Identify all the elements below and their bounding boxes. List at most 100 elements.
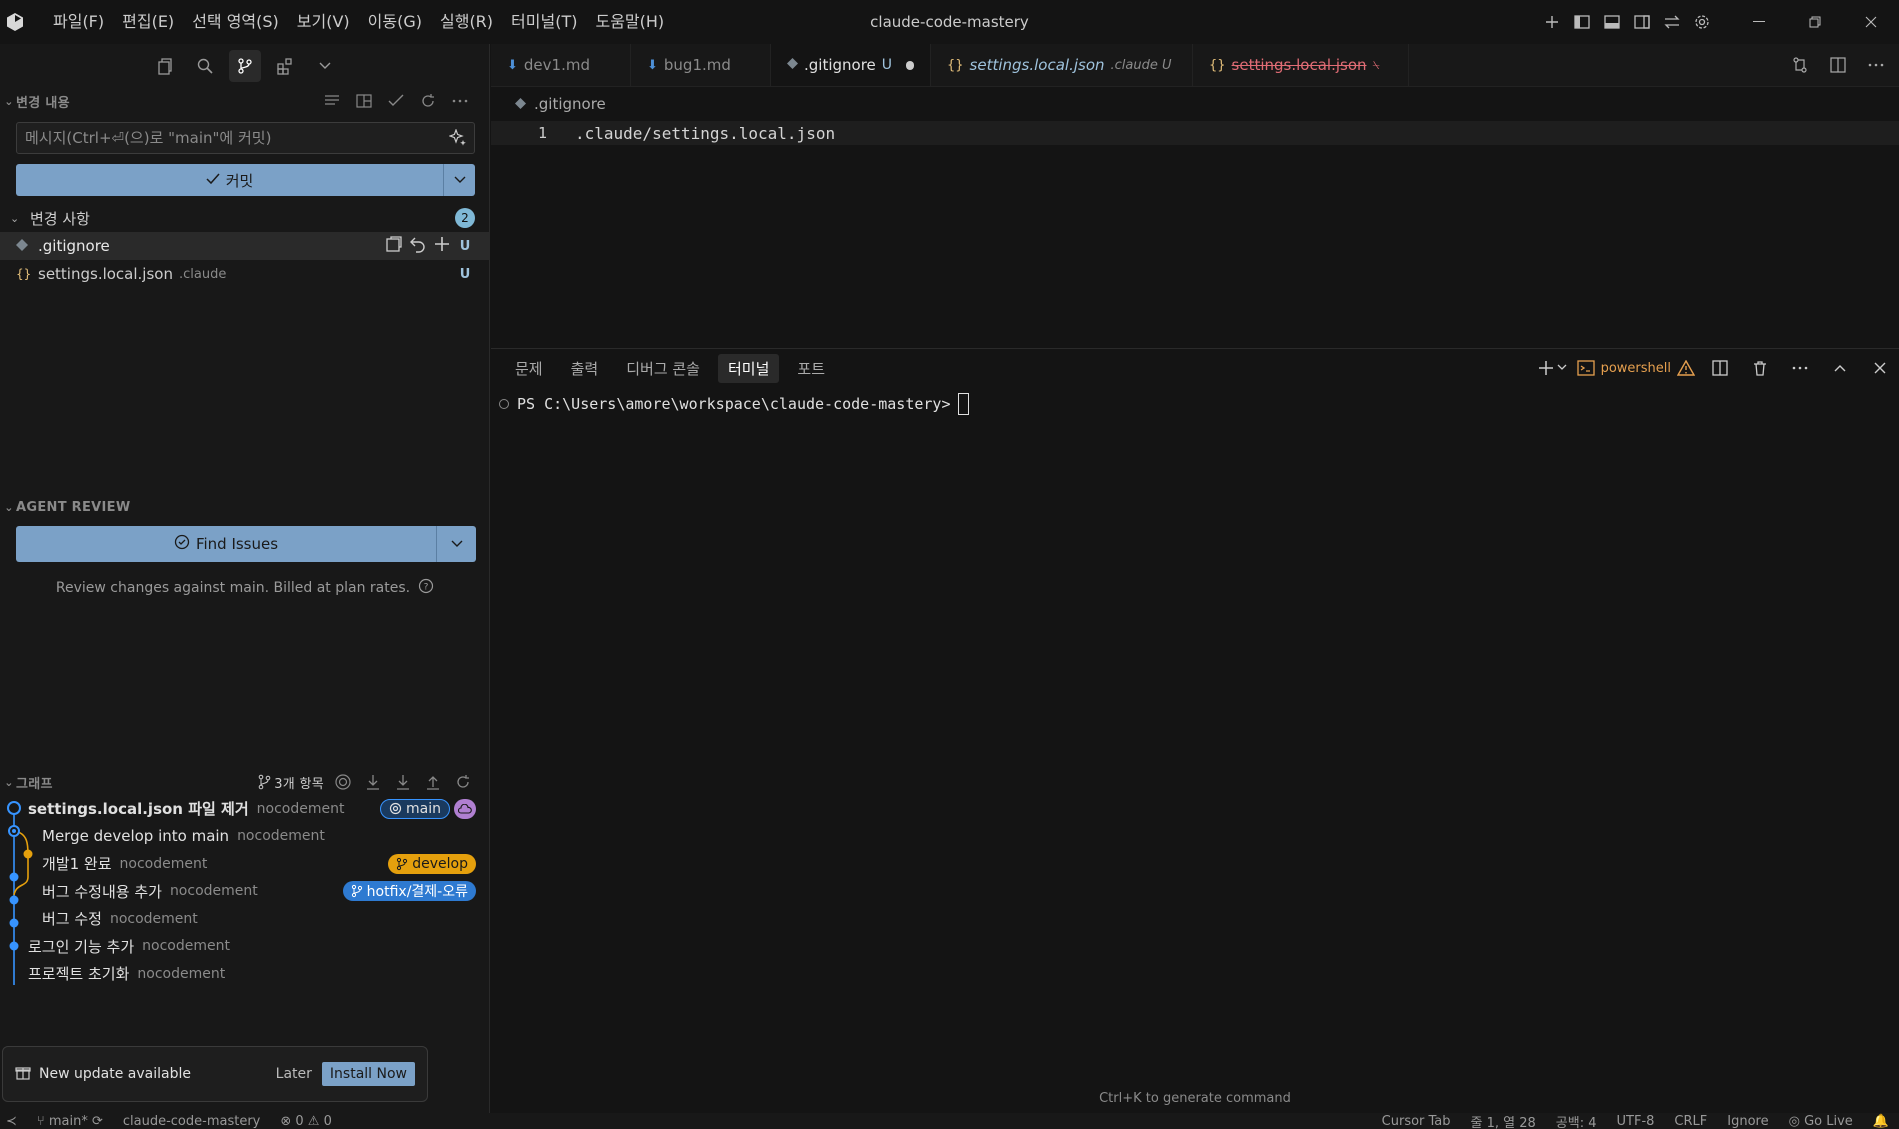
tab-dev1[interactable]: ⬇ dev1.md	[491, 44, 631, 86]
menu-edit[interactable]: 편집(E)	[113, 0, 183, 44]
hotfix-branch-badge[interactable]: hotfix/결제-오류	[342, 881, 476, 902]
graph-commit-row[interactable]: 개발1 완료 nocodement develop	[0, 850, 490, 878]
fetch-icon[interactable]	[362, 771, 384, 793]
pull-icon[interactable]	[392, 771, 414, 793]
find-issues-main[interactable]: Find Issues	[16, 534, 436, 554]
tab-debug-console[interactable]: 디버그 콘솔	[616, 354, 710, 383]
code-line[interactable]: 1 .claude/settings.local.json	[491, 121, 1899, 145]
cursor-position[interactable]: 줄 1, 열 28	[1461, 1113, 1546, 1129]
toggle-panel-icon[interactable]	[1597, 7, 1627, 37]
toggle-sidebar-icon[interactable]	[1567, 7, 1597, 37]
changed-file-row[interactable]: .gitignore U	[0, 232, 489, 260]
branch-indicator[interactable]: ⑂ main* ⟳	[27, 1114, 113, 1129]
install-now-button[interactable]: Install Now	[321, 1062, 415, 1086]
commit-dropdown-button[interactable]	[443, 164, 475, 196]
close-panel-icon[interactable]	[1865, 353, 1895, 383]
graph-commit-row[interactable]: 프로젝트 초기화 nocodement	[0, 960, 490, 988]
tab-problems[interactable]: 문제	[505, 354, 553, 383]
graph-header[interactable]: ⌄ 그래프 3개 항목	[0, 769, 490, 795]
line-ending[interactable]: CRLF	[1664, 1114, 1717, 1129]
tab-ports[interactable]: 포트	[787, 354, 835, 383]
target-icon[interactable]	[332, 771, 354, 793]
go-live-button[interactable]: ◎ Go Live	[1779, 1114, 1863, 1129]
tab-terminal[interactable]: 터미널	[718, 353, 780, 383]
explorer-icon[interactable]	[149, 50, 181, 82]
discard-changes-icon[interactable]	[409, 235, 427, 257]
later-button[interactable]: Later	[266, 1066, 322, 1082]
unsaved-dot-icon[interactable]	[906, 60, 914, 70]
tab-bug1[interactable]: ⬇ bug1.md	[631, 44, 771, 86]
tab-settings-local[interactable]: {} settings.local.json ⍀	[1193, 44, 1409, 86]
search-icon[interactable]	[189, 50, 221, 82]
trash-icon[interactable]	[1745, 353, 1775, 383]
help-icon[interactable]: ?	[418, 578, 434, 598]
push-icon[interactable]	[422, 771, 444, 793]
commit-button-main[interactable]: 커밋	[16, 170, 443, 191]
open-changes-icon[interactable]	[1785, 50, 1815, 80]
tab-gitignore[interactable]: .gitignore U	[771, 44, 931, 86]
new-terminal-button[interactable]	[1537, 359, 1567, 377]
graph-commit-row[interactable]: 버그 수정내용 추가 nocodement hotfix/결제-오류	[0, 878, 490, 906]
changes-group-header[interactable]: ⌄ 변경 사항 2	[0, 204, 489, 232]
language-mode[interactable]: Ignore	[1717, 1114, 1778, 1129]
gear-icon[interactable]	[1687, 7, 1717, 37]
project-name[interactable]: claude-code-mastery	[113, 1114, 270, 1129]
notifications-icon[interactable]: 🔔	[1863, 1114, 1899, 1129]
arrows-swap-icon[interactable]	[1657, 7, 1687, 37]
close-icon[interactable]	[1843, 0, 1899, 44]
main-branch-badge[interactable]: main	[380, 798, 450, 819]
check-icon[interactable]	[385, 90, 407, 112]
open-file-icon[interactable]	[385, 235, 403, 257]
menu-selection[interactable]: 선택 영역(S)	[183, 0, 288, 44]
tab-settings-claude[interactable]: {} settings.local.json .claude U	[931, 44, 1193, 86]
cursor-tab-indicator[interactable]: Cursor Tab	[1372, 1114, 1461, 1129]
toggle-secondary-sidebar-icon[interactable]	[1627, 7, 1657, 37]
terminal-selector[interactable]: powershell	[1576, 359, 1695, 377]
deleted-icon: ⍀	[1372, 57, 1380, 72]
graph-branch-count[interactable]: 3개 항목	[257, 771, 324, 793]
menu-terminal[interactable]: 터미널(T)	[502, 0, 586, 44]
refresh-icon[interactable]	[452, 771, 474, 793]
agent-review-header[interactable]: ⌄ AGENT REVIEW	[0, 494, 490, 520]
chevron-down-icon[interactable]	[309, 50, 341, 82]
find-issues-dropdown[interactable]	[436, 526, 476, 562]
minimize-icon[interactable]	[1731, 0, 1787, 44]
stage-changes-icon[interactable]	[433, 235, 451, 257]
develop-branch-badge[interactable]: develop	[388, 853, 476, 874]
source-control-icon[interactable]	[228, 50, 261, 82]
graph-commit-row[interactable]: 버그 수정 nocodement	[0, 905, 490, 933]
sparkle-icon[interactable]	[442, 123, 474, 153]
more-icon[interactable]	[449, 90, 471, 112]
breadcrumb[interactable]: .gitignore	[491, 87, 1899, 121]
refresh-icon[interactable]	[417, 90, 439, 112]
menu-help[interactable]: 도움말(H)	[586, 0, 673, 44]
remote-icon[interactable]: ≺	[0, 1114, 27, 1129]
menu-run[interactable]: 실행(R)	[431, 0, 502, 44]
layout-icon[interactable]	[353, 90, 375, 112]
plus-icon[interactable]	[1537, 7, 1567, 37]
view-as-tree-icon[interactable]	[321, 90, 343, 112]
menu-go[interactable]: 이동(G)	[359, 0, 431, 44]
indentation[interactable]: 공백: 4	[1546, 1113, 1607, 1129]
cloud-icon[interactable]	[454, 798, 476, 819]
menu-view[interactable]: 보기(V)	[288, 0, 359, 44]
more-icon[interactable]	[1785, 353, 1815, 383]
changed-file-row[interactable]: {} settings.local.json .claude U	[0, 260, 489, 288]
maximize-panel-icon[interactable]	[1825, 353, 1855, 383]
graph-commit-row[interactable]: settings.local.json 파일 제거 nocodement mai…	[0, 795, 490, 823]
menu-file[interactable]: 파일(F)	[44, 0, 113, 44]
split-terminal-icon[interactable]	[1705, 353, 1735, 383]
changes-section-header[interactable]: ⌄ 변경 내용	[0, 88, 489, 114]
graph-commit-row[interactable]: Merge develop into main nocodement	[0, 823, 490, 851]
tab-output[interactable]: 출력	[561, 354, 609, 383]
commit-message-input[interactable]	[17, 129, 442, 147]
terminal-icon	[1576, 360, 1595, 376]
terminal-prompt-line[interactable]: PS C:\Users\amore\workspace\claude-code-…	[491, 393, 1899, 415]
problems-indicator[interactable]: ⊗ 0 ⚠ 0	[270, 1114, 342, 1129]
graph-commit-row[interactable]: 로그인 기능 추가 nocodement	[0, 933, 490, 961]
more-icon[interactable]	[1861, 50, 1891, 80]
restore-icon[interactable]	[1787, 0, 1843, 44]
encoding[interactable]: UTF-8	[1607, 1114, 1665, 1129]
split-editor-icon[interactable]	[1823, 50, 1853, 80]
extensions-icon[interactable]	[269, 50, 301, 82]
